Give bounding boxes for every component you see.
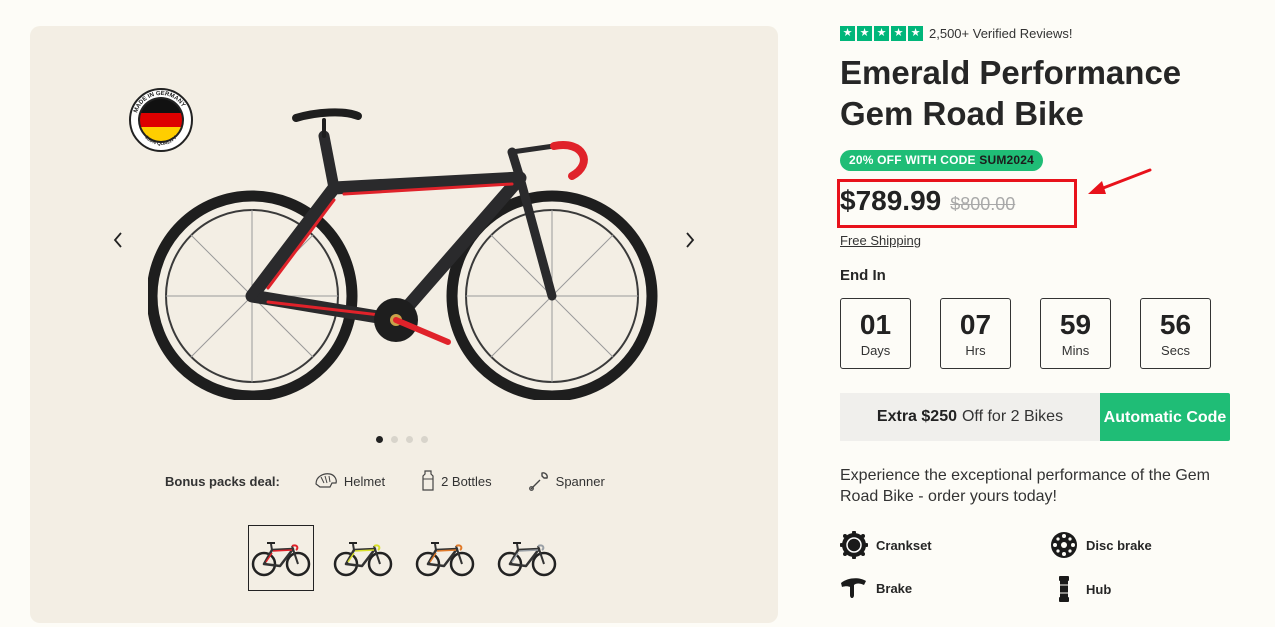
carousel-dot[interactable] — [421, 436, 428, 443]
countdown-unit: Hrs — [965, 342, 986, 358]
star-icon: ★ — [874, 26, 889, 41]
thumbnail-strip — [248, 525, 560, 591]
countdown-minutes: 59 Mins — [1040, 298, 1111, 369]
countdown-value: 59 — [1059, 308, 1092, 340]
carousel-dots — [376, 436, 428, 443]
feature-label: Brake — [876, 580, 913, 596]
disc-brake-icon — [1051, 532, 1077, 558]
promo-badge: 20% OFF WITH CODE SUM2024 — [840, 150, 1044, 171]
carousel-dot[interactable] — [376, 436, 383, 443]
bundle-offer-highlight: Extra $250 — [876, 408, 957, 425]
carousel-dot[interactable] — [391, 436, 398, 443]
annotation-arrow-icon — [1088, 168, 1152, 194]
feature-hub: Hub — [1050, 575, 1111, 603]
promo-code: SUM2024 — [979, 153, 1035, 167]
hub-icon — [1059, 576, 1069, 602]
countdown-days: 01 Days — [840, 298, 911, 369]
thumbnail[interactable] — [330, 525, 396, 591]
feature-label: Hub — [1086, 581, 1112, 597]
feature-disc-brake: Disc brake — [1050, 531, 1152, 559]
countdown-unit: Mins — [1061, 342, 1090, 358]
feature-label: Crankset — [876, 537, 932, 553]
helmet-icon — [315, 473, 337, 488]
countdown-unit: Days — [860, 342, 891, 358]
bonus-item-helmet: Helmet — [314, 471, 385, 491]
product-description: Experience the exceptional performance o… — [840, 467, 1210, 505]
reviews-count: 2,500+ Verified Reviews! — [929, 26, 1073, 41]
bundle-offer-text: Extra $250 Off for 2 Bikes — [840, 393, 1100, 441]
bonus-item-label: Helmet — [343, 473, 386, 489]
bonus-item-label: Spanner — [555, 473, 605, 489]
countdown-hours: 07 Hrs — [940, 298, 1011, 369]
countdown-value: 56 — [1159, 308, 1192, 340]
bundle-offer: Extra $250 Off for 2 Bikes Automatic Code — [840, 393, 1230, 441]
rating-stars: ★ ★ ★ ★ ★ — [840, 26, 923, 41]
automatic-code-button[interactable]: Automatic Code — [1100, 393, 1230, 441]
star-icon: ★ — [891, 26, 906, 41]
chevron-right-icon — [686, 232, 695, 248]
crankset-icon — [840, 531, 868, 559]
bonus-packs-label: Bonus packs deal: — [165, 473, 280, 489]
bike-thumbnail-icon — [333, 542, 393, 577]
bike-thumbnail-icon — [497, 542, 557, 577]
bundle-offer-detail: Off for 2 Bikes — [961, 408, 1064, 425]
spanner-icon — [528, 472, 548, 491]
bonus-packs: Bonus packs deal: Helmet 2 Bottles Spann… — [165, 470, 641, 492]
product-gallery: MADE IN GERMANY 100% QUALITY Bonus packs… — [30, 26, 778, 623]
thumbnail[interactable] — [494, 525, 560, 591]
current-price: $789.99 — [840, 185, 942, 216]
reviews-summary[interactable]: ★ ★ ★ ★ ★ 2,500+ Verified Reviews! — [840, 26, 1072, 41]
product-title: Emerald Performance Gem Road Bike — [840, 54, 1182, 132]
star-icon: ★ — [857, 26, 872, 41]
promo-text: 20% OFF WITH CODE — [849, 153, 980, 167]
feature-label: Disc brake — [1086, 537, 1152, 553]
chevron-left-icon — [113, 232, 122, 248]
bonus-item-spanner: Spanner — [528, 470, 605, 492]
bonus-item-bottles: 2 Bottles — [421, 470, 492, 492]
free-shipping-link[interactable]: Free Shipping — [840, 233, 921, 248]
carousel-dot[interactable] — [406, 436, 413, 443]
countdown-timer: 01 Days 07 Hrs 59 Mins 56 Secs — [840, 298, 1211, 369]
price-block: $789.99 $800.00 — [840, 185, 1015, 217]
bike-thumbnail-icon — [251, 542, 311, 577]
countdown-label: End In — [840, 267, 886, 284]
feature-crankset: Crankset — [840, 531, 932, 559]
next-image-button[interactable] — [678, 228, 702, 252]
feature-brake: Brake — [840, 575, 912, 601]
compare-price: $800.00 — [950, 194, 1016, 214]
bottle-icon — [422, 470, 434, 491]
countdown-value: 01 — [859, 308, 892, 340]
thumbnail[interactable] — [412, 525, 478, 591]
star-icon: ★ — [840, 26, 855, 41]
bonus-item-label: 2 Bottles — [441, 473, 492, 489]
bike-hero-image — [148, 108, 658, 400]
product-info: ★ ★ ★ ★ ★ 2,500+ Verified Reviews! Emera… — [837, 0, 1240, 627]
bike-thumbnail-icon — [415, 542, 475, 577]
previous-image-button[interactable] — [106, 228, 130, 252]
brake-icon — [841, 578, 866, 598]
countdown-value: 07 — [959, 308, 992, 340]
countdown-unit: Secs — [1161, 342, 1190, 358]
thumbnail[interactable] — [248, 525, 314, 591]
star-icon: ★ — [908, 26, 923, 41]
countdown-seconds: 56 Secs — [1140, 298, 1211, 369]
